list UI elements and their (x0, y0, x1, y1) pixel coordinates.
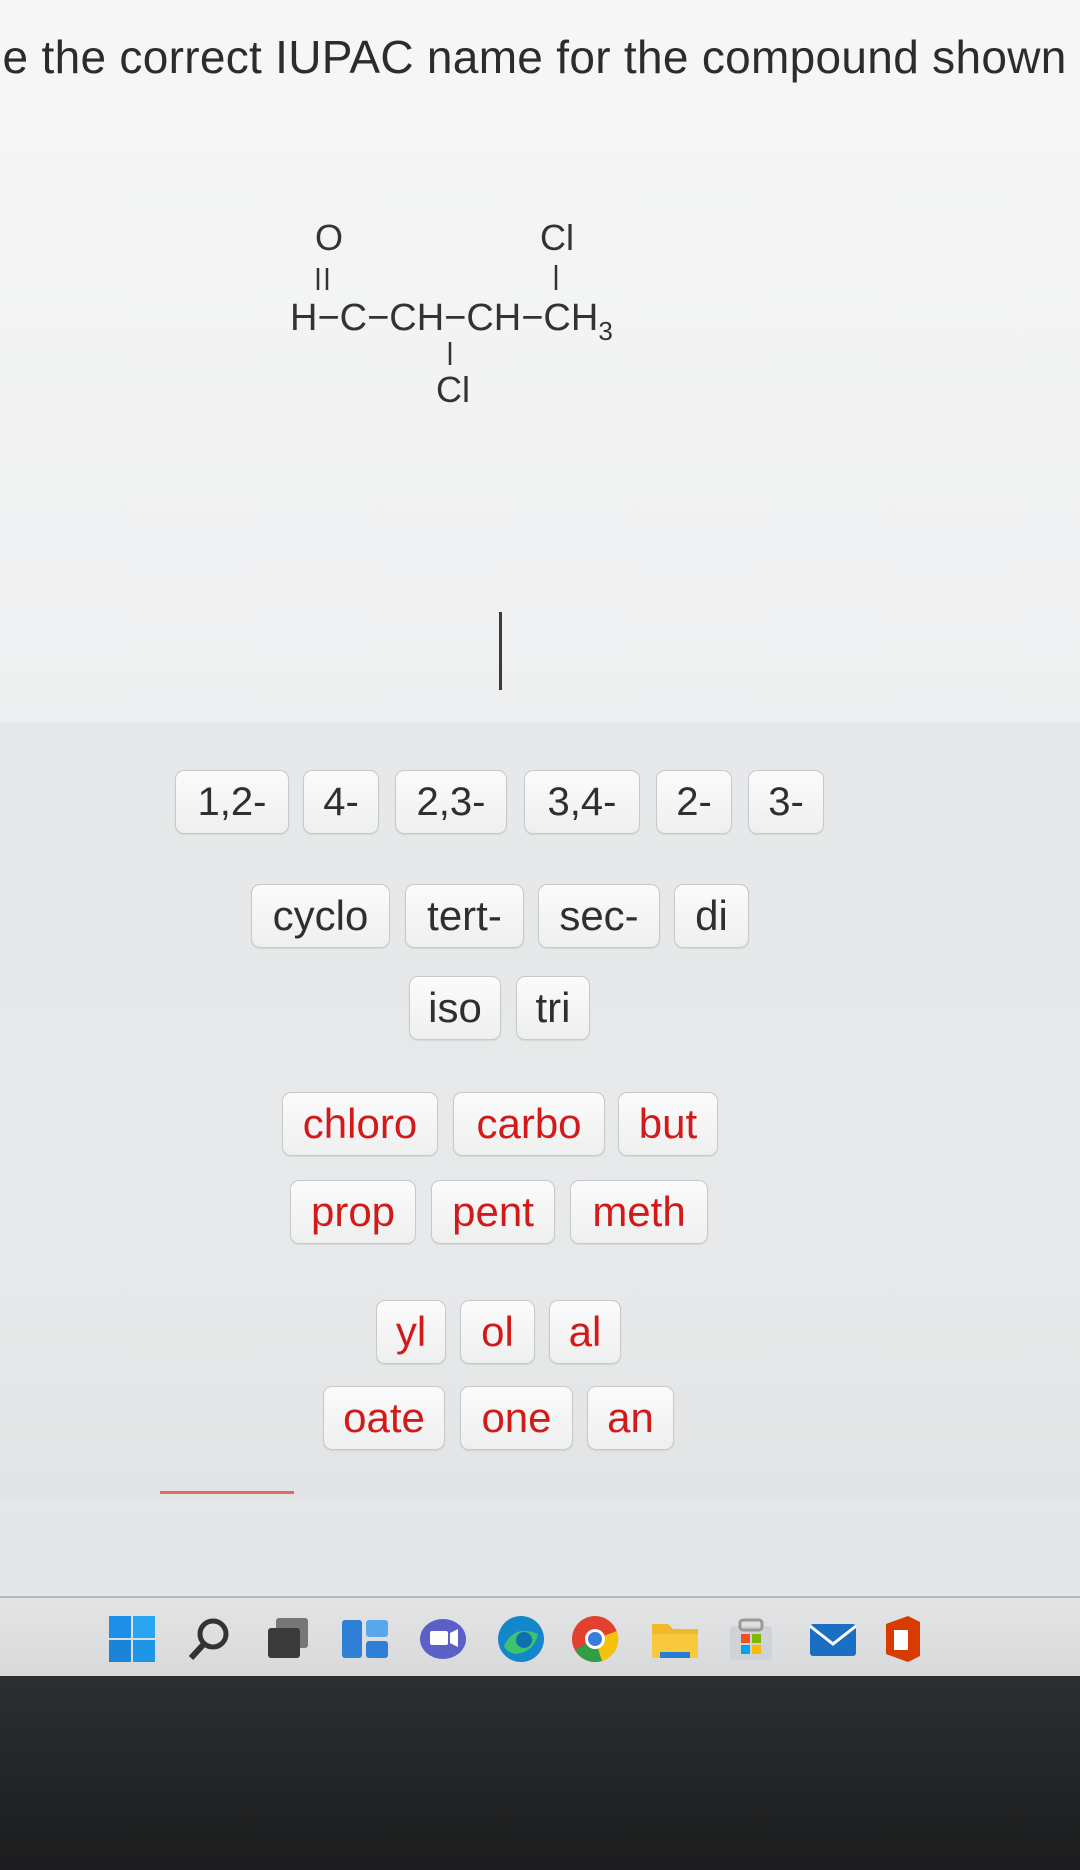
tile-ol[interactable]: ol (460, 1300, 535, 1364)
top-chlorine-label: Cl (540, 220, 574, 258)
tile-an[interactable]: an (587, 1386, 674, 1450)
tile-tert[interactable]: tert- (405, 884, 524, 948)
compound-structure: O Cl H−C−CH−CH−CH3 Cl (290, 220, 613, 410)
tile-meth[interactable]: meth (570, 1180, 708, 1244)
chrome-icon[interactable] (568, 1612, 622, 1666)
tile-yl[interactable]: yl (376, 1300, 446, 1364)
tile-one[interactable]: one (460, 1386, 573, 1450)
file-explorer-icon[interactable] (648, 1612, 702, 1666)
tile-iso[interactable]: iso (409, 976, 501, 1040)
main-chain-text: H−C−CH−CH−CH (290, 297, 598, 339)
tile-locant-1-2[interactable]: 1,2- (175, 770, 289, 834)
tile-al[interactable]: al (549, 1300, 621, 1364)
question-text: le the correct IUPAC name for the compou… (0, 31, 1080, 83)
text-cursor (499, 612, 502, 690)
mail-icon[interactable] (806, 1612, 860, 1666)
tile-locant-3-4[interactable]: 3,4- (524, 770, 640, 834)
store-icon[interactable] (724, 1612, 778, 1666)
answer-underline (160, 1491, 294, 1494)
tile-oate[interactable]: oate (323, 1386, 445, 1450)
tile-tri[interactable]: tri (516, 976, 590, 1040)
tile-prop[interactable]: prop (290, 1180, 416, 1244)
tile-but[interactable]: but (618, 1092, 718, 1156)
tile-locant-2[interactable]: 2- (656, 770, 732, 834)
tile-locant-4[interactable]: 4- (303, 770, 379, 834)
tile-di[interactable]: di (674, 884, 749, 948)
task-view-icon[interactable] (262, 1612, 316, 1666)
tile-chloro[interactable]: chloro (282, 1092, 438, 1156)
question-panel: le the correct IUPAC name for the compou… (0, 0, 1080, 723)
teams-chat-icon[interactable] (416, 1612, 470, 1666)
main-chain: H−C−CH−CH−CH3 (290, 297, 613, 346)
office-icon[interactable] (876, 1612, 930, 1666)
widgets-icon[interactable] (338, 1612, 392, 1666)
edge-icon[interactable] (494, 1612, 548, 1666)
browser-viewport: le the correct IUPAC name for the compou… (0, 0, 1080, 1600)
ch3-subscript: 3 (598, 316, 612, 346)
windows-taskbar (0, 1596, 1080, 1678)
tile-sec[interactable]: sec- (538, 884, 660, 948)
windows-start-icon[interactable] (105, 1612, 159, 1666)
tile-locant-2-3[interactable]: 2,3- (395, 770, 507, 834)
oxygen-label: O (315, 220, 343, 258)
tile-cyclo[interactable]: cyclo (251, 884, 390, 948)
search-icon[interactable] (183, 1612, 237, 1666)
tile-locant-3[interactable]: 3- (748, 770, 824, 834)
tile-carbo[interactable]: carbo (453, 1092, 605, 1156)
monitor-bezel (0, 1676, 1080, 1870)
tile-pent[interactable]: pent (431, 1180, 555, 1244)
bottom-chlorine-label: Cl (436, 369, 470, 410)
